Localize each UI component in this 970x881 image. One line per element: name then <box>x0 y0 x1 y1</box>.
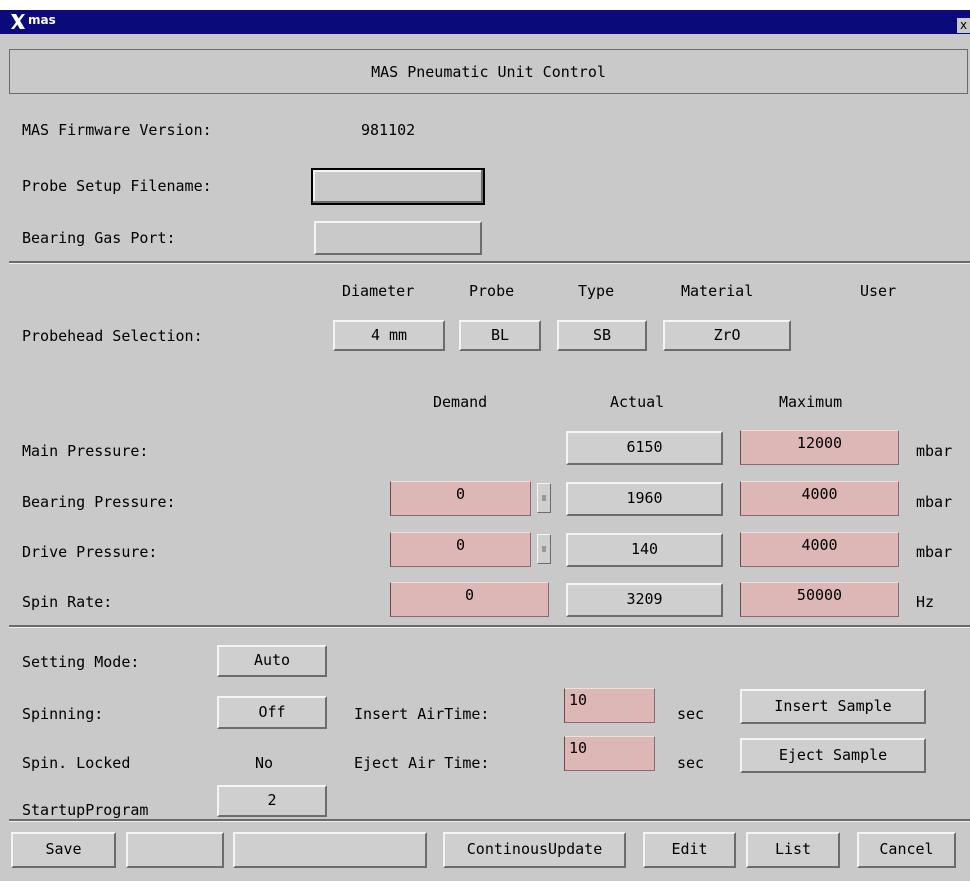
drive-pressure-stepper[interactable] <box>537 534 551 564</box>
bearing-pressure-label: Bearing Pressure: <box>22 493 176 511</box>
close-icon[interactable]: x <box>957 18 970 33</box>
window-title: mas <box>28 13 56 27</box>
diameter-button[interactable]: 4 mm <box>333 320 445 351</box>
eject-sample-button[interactable]: Eject Sample <box>740 738 926 773</box>
edit-button[interactable]: Edit <box>643 832 736 868</box>
title-bar[interactable]: mas x <box>0 10 970 34</box>
stepper-arrow-icon <box>542 495 546 501</box>
bearing-port-label: Bearing Gas Port: <box>22 229 176 247</box>
firmware-value: 981102 <box>361 121 416 139</box>
spin-rate-unit: Hz <box>916 593 935 611</box>
spin-rate-label: Spin Rate: <box>22 593 113 611</box>
startup-program-button[interactable]: 2 <box>217 785 327 817</box>
eject-air-unit: sec <box>677 754 705 772</box>
x-logo-icon <box>11 14 25 29</box>
spin-locked-value: No <box>255 754 274 772</box>
stepper-arrow-icon <box>542 546 546 552</box>
header-user: User <box>860 282 897 300</box>
insert-air-label: Insert AirTime: <box>354 705 490 723</box>
col-demand: Demand <box>433 393 488 411</box>
header-diameter: Diameter <box>342 282 415 300</box>
header-type: Type <box>578 282 615 300</box>
insert-air-unit: sec <box>677 705 705 723</box>
divider-3 <box>9 819 970 822</box>
spinning-label: Spinning: <box>22 705 104 723</box>
material-button[interactable]: ZrO <box>663 320 791 351</box>
mas-window: mas x MAS Pneumatic Unit Control MAS Fir… <box>0 10 970 881</box>
continuous-update-button[interactable]: ContinousUpdate <box>443 832 626 868</box>
drive-pressure-demand[interactable]: 0 <box>390 532 531 567</box>
drive-pressure-unit: mbar <box>916 543 953 561</box>
blank-button-2[interactable] <box>233 832 427 868</box>
spinning-button[interactable]: Off <box>217 696 327 729</box>
bearing-pressure-unit: mbar <box>916 493 953 511</box>
probe-setup-label: Probe Setup Filename: <box>22 177 212 195</box>
bearing-port-field[interactable] <box>314 221 482 255</box>
bearing-pressure-maximum[interactable]: 4000 <box>740 481 899 516</box>
header-panel: MAS Pneumatic Unit Control <box>9 49 968 94</box>
header-probe: Probe <box>469 282 515 300</box>
bearing-pressure-stepper[interactable] <box>537 483 551 513</box>
bearing-pressure-demand[interactable]: 0 <box>390 481 531 516</box>
divider-1 <box>9 261 970 264</box>
spin-rate-demand[interactable]: 0 <box>390 582 549 617</box>
main-pressure-label: Main Pressure: <box>22 442 149 460</box>
list-button[interactable]: List <box>746 832 840 868</box>
drive-pressure-actual: 140 <box>566 533 723 567</box>
save-button[interactable]: Save <box>11 832 116 868</box>
setting-mode-button[interactable]: Auto <box>217 645 327 677</box>
spin-locked-label: Spin. Locked <box>22 754 131 772</box>
main-pressure-actual: 6150 <box>566 431 723 465</box>
eject-air-label: Eject Air Time: <box>354 754 490 772</box>
probehead-label: Probehead Selection: <box>22 327 203 345</box>
eject-air-field[interactable]: 10 <box>564 736 655 771</box>
probe-button[interactable]: BL <box>459 320 541 351</box>
col-actual: Actual <box>610 393 665 411</box>
main-pressure-maximum[interactable]: 12000 <box>740 430 899 465</box>
startup-program-label: StartupProgram <box>22 801 149 819</box>
divider-2 <box>9 625 970 628</box>
spin-rate-actual: 3209 <box>566 583 723 617</box>
blank-button-1[interactable] <box>126 832 224 868</box>
drive-pressure-label: Drive Pressure: <box>22 543 158 561</box>
insert-sample-button[interactable]: Insert Sample <box>740 689 926 724</box>
setting-mode-label: Setting Mode: <box>22 653 140 671</box>
cancel-button[interactable]: Cancel <box>857 832 956 868</box>
page-title: MAS Pneumatic Unit Control <box>371 63 606 81</box>
bearing-pressure-actual: 1960 <box>566 482 723 516</box>
col-maximum: Maximum <box>779 393 843 411</box>
main-pressure-unit: mbar <box>916 442 953 460</box>
header-material: Material <box>681 282 754 300</box>
firmware-label: MAS Firmware Version: <box>22 121 212 139</box>
spin-rate-maximum[interactable]: 50000 <box>740 582 899 617</box>
drive-pressure-maximum[interactable]: 4000 <box>740 532 899 567</box>
type-button[interactable]: SB <box>557 320 647 351</box>
insert-air-field[interactable]: 10 <box>564 688 655 723</box>
probe-setup-field[interactable] <box>311 168 485 205</box>
